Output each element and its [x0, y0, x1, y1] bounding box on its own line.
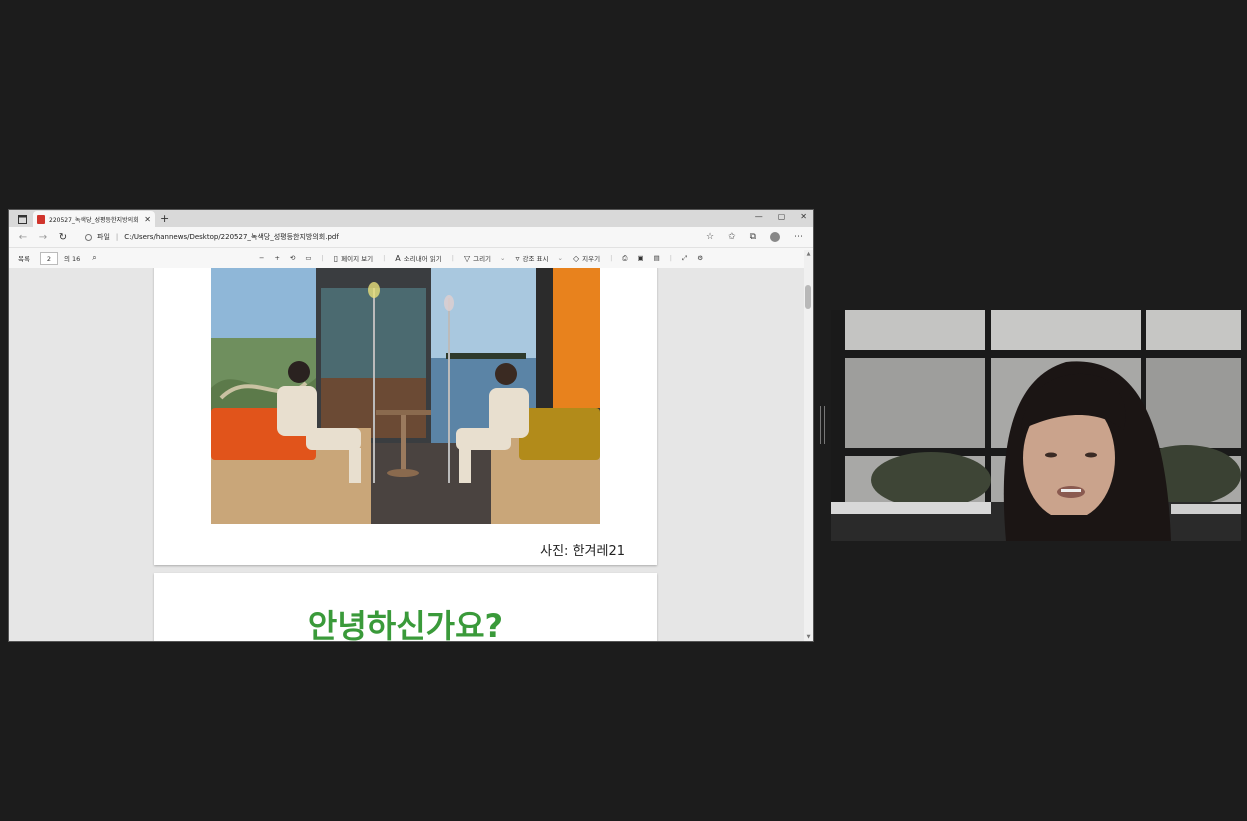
save-as-icon[interactable]: ▤ [654, 254, 660, 262]
address-bar: ← → ↻ 파일 | C:/Users/hannews/Desktop/2205… [9, 227, 813, 248]
forward-icon[interactable]: → [37, 232, 49, 243]
window-controls: — ▢ ✕ [755, 212, 807, 221]
address-url[interactable]: C:/Users/hannews/Desktop/220527_녹색당_성평등한… [124, 232, 339, 242]
toolbar-divider: | [610, 254, 613, 262]
page-view-icon: ▯ [333, 253, 339, 263]
highlight-icon: ▿ [515, 253, 520, 263]
toolbar-divider: | [451, 254, 454, 262]
favorites-icon[interactable]: ✩ [728, 232, 736, 242]
toolbar-divider: | [669, 254, 672, 262]
maximize-button[interactable]: ▢ [778, 212, 786, 221]
draw-button[interactable]: ▽ 그리기 ⌄ [463, 253, 506, 264]
toolbar-divider: | [321, 254, 324, 262]
close-tab-icon[interactable]: ✕ [144, 215, 151, 224]
print-icon[interactable]: ⎙ [622, 254, 627, 263]
document-photo [211, 268, 600, 524]
draw-label: 그리기 [473, 255, 492, 263]
info-icon[interactable] [85, 233, 92, 241]
back-icon[interactable]: ← [17, 232, 29, 243]
zoom-in-icon[interactable]: + [274, 254, 279, 262]
rotate-icon[interactable]: ⟲ [290, 254, 295, 262]
search-icon[interactable]: ⌕ [92, 253, 96, 263]
tab-title: 220527_녹색당_성평등한지방의회 [49, 216, 139, 224]
address-separator: | [115, 233, 119, 241]
tab-pdf[interactable]: 220527_녹색당_성평등한지방의회 ✕ [33, 211, 155, 227]
address-field[interactable]: 파일 | C:/Users/hannews/Desktop/220527_녹색당… [85, 232, 339, 242]
eraser-label: 지우기 [582, 255, 601, 263]
read-aloud-button[interactable]: A 소리내어 읽기 [395, 253, 442, 264]
read-aloud-label: 소리내어 읽기 [403, 255, 442, 263]
fit-page-icon[interactable]: ▭ [305, 254, 311, 262]
pdf-viewer[interactable]: 사진: 한겨레21 안녕하신가요? [9, 268, 804, 641]
scroll-up-icon[interactable]: ▲ [804, 251, 813, 257]
settings-icon[interactable]: ⚙ [697, 254, 703, 262]
more-menu-icon[interactable]: ⋯ [794, 232, 803, 242]
eraser-icon: ◇ [572, 253, 580, 263]
zoom-out-icon[interactable]: − [259, 254, 264, 262]
address-prefix: 파일 [97, 233, 110, 241]
browser-window: 220527_녹색당_성평등한지방의회 ✕ + — ▢ ✕ ← → ↻ 파일 |… [9, 210, 813, 641]
fullscreen-icon[interactable]: ⤢ [682, 254, 687, 263]
add-favorite-icon[interactable]: ☆ [706, 232, 714, 242]
pdf-tools: − + ⟲ ▭ | ▯ 페이지 보기 | A 소리내어 읽기 | ▽ 그리기 ⌄… [259, 253, 703, 264]
vertical-scrollbar[interactable]: ▲ ▼ [804, 250, 813, 641]
contents-button[interactable]: 목록 [18, 253, 30, 263]
page-total: 의 16 [63, 255, 81, 263]
close-window-button[interactable]: ✕ [800, 212, 807, 221]
chevron-down-icon[interactable]: ⌄ [558, 254, 563, 262]
tab-bar: 220527_녹색당_성평등한지방의회 ✕ + — ▢ ✕ [9, 210, 813, 227]
slide-heading: 안녕하신가요? [307, 607, 504, 641]
chevron-down-icon[interactable]: ⌄ [500, 254, 505, 262]
pdf-page: 안녕하신가요? [154, 573, 657, 641]
scroll-thumb[interactable] [805, 285, 811, 309]
pdf-page: 사진: 한겨레21 [154, 268, 657, 565]
scroll-down-icon[interactable]: ▼ [804, 634, 813, 640]
read-aloud-icon: A [395, 253, 401, 263]
tab-actions-icon[interactable] [15, 212, 29, 226]
page-number-input[interactable]: 2 [39, 251, 58, 265]
page-view-button[interactable]: ▯ 페이지 보기 [333, 253, 374, 264]
page-view-label: 페이지 보기 [341, 255, 374, 263]
highlight-button[interactable]: ▿ 강조 표시 ⌄ [515, 253, 563, 264]
draw-icon: ▽ [463, 253, 471, 263]
save-icon[interactable]: ▣ [637, 254, 643, 262]
photo-caption: 사진: 한겨레21 [540, 544, 625, 559]
collections-icon[interactable]: ⧉ [750, 232, 756, 242]
minimize-button[interactable]: — [755, 212, 763, 221]
participant-video [831, 310, 1241, 541]
pdf-file-icon [37, 214, 45, 224]
eraser-button[interactable]: ◇ 지우기 [572, 253, 601, 264]
highlight-label: 강조 표시 [522, 255, 549, 263]
profile-avatar[interactable] [770, 232, 780, 242]
refresh-icon[interactable]: ↻ [57, 232, 69, 243]
panel-resize-handle[interactable] [820, 406, 825, 444]
new-tab-button[interactable]: + [160, 211, 169, 227]
pdf-toolbar: 목록 2 의 16 ⌕ − + ⟲ ▭ | ▯ 페이지 보기 | A 소리내어 … [9, 248, 813, 269]
toolbar-divider: | [383, 254, 386, 262]
browser-actions: ☆ ✩ ⧉ ⋯ [706, 232, 803, 242]
